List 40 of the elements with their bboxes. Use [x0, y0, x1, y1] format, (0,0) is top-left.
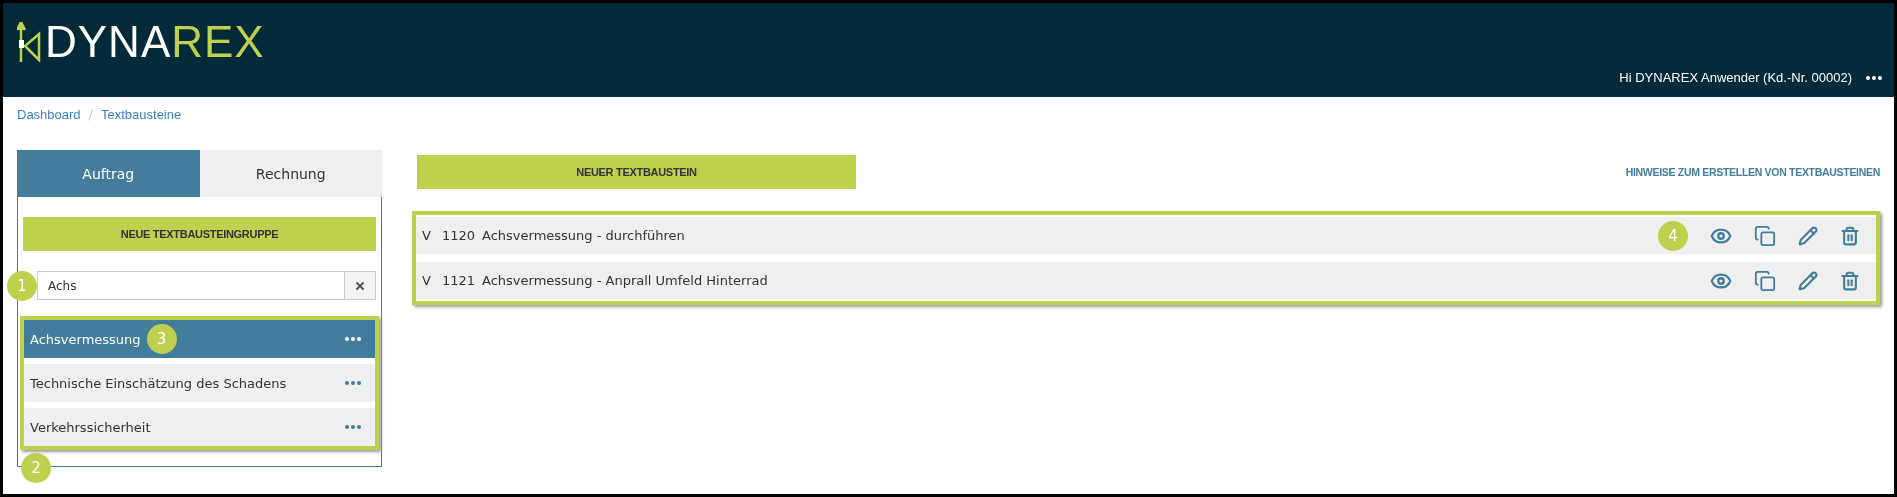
- new-group-button[interactable]: NEUE TEXTBAUSTEINGRUPPE: [23, 217, 376, 251]
- group-item[interactable]: Verkehrssicherheit: [24, 408, 375, 446]
- callout-badge: 3: [146, 324, 177, 354]
- logo-text: DYNA: [45, 20, 172, 64]
- new-block-button[interactable]: NEUER TEXTBAUSTEIN: [417, 155, 856, 189]
- delete-button[interactable]: [1840, 225, 1860, 246]
- hint-link[interactable]: HINWEISE ZUM ERSTELLEN VON TEXTBAUSTEINEN: [1625, 166, 1880, 178]
- more-icon[interactable]: [1866, 75, 1882, 80]
- edit-button[interactable]: [1798, 225, 1818, 246]
- group-label: Verkehrssicherheit: [30, 419, 151, 435]
- user-greeting: Hi DYNAREX Anwender (Kd.-Nr. 00002): [1619, 70, 1852, 85]
- copy-button[interactable]: [1754, 269, 1776, 292]
- callout-badge: 1: [7, 271, 37, 301]
- text-block-row[interactable]: V 1121 Achsvermessung - Anprall Umfeld Hinterrad: [416, 262, 1876, 299]
- callout-badge: 4: [1658, 220, 1688, 251]
- block-number: 1121: [442, 273, 477, 288]
- group-item[interactable]: Achsvermessung 3: [24, 320, 375, 358]
- block-title: Achsvermessung - Anprall Umfeld Hinterrad: [482, 273, 769, 288]
- block-type: V: [422, 273, 432, 288]
- delete-button[interactable]: [1840, 270, 1860, 291]
- block-type: V: [422, 228, 432, 243]
- text-block-row[interactable]: V 1120 Achsvermessung - durchführen 4: [416, 217, 1876, 254]
- logo-icon: [17, 22, 41, 62]
- copy-button[interactable]: [1754, 224, 1776, 247]
- close-icon: [354, 279, 366, 292]
- block-number: 1120: [442, 228, 477, 243]
- tab[interactable]: Rechnung: [199, 150, 382, 197]
- edit-button[interactable]: [1798, 270, 1818, 291]
- group-label: Technische Einschätzung des Schadens: [30, 375, 287, 391]
- callout-badge: 2: [21, 453, 51, 483]
- breadcrumb-link[interactable]: Textbausteine: [101, 107, 182, 122]
- clear-button[interactable]: [345, 271, 376, 300]
- tab[interactable]: Auftrag: [17, 150, 200, 197]
- breadcrumb-separator: /: [88, 107, 93, 122]
- group-label: Achsvermessung: [30, 331, 141, 347]
- block-title: Achsvermessung - durchführen: [482, 228, 686, 243]
- logo-text: REX: [171, 20, 265, 64]
- breadcrumb-link[interactable]: Dashboard: [17, 107, 81, 122]
- search-field[interactable]: Achs: [37, 271, 345, 300]
- group-item[interactable]: Technische Einschätzung des Schadens: [24, 364, 375, 402]
